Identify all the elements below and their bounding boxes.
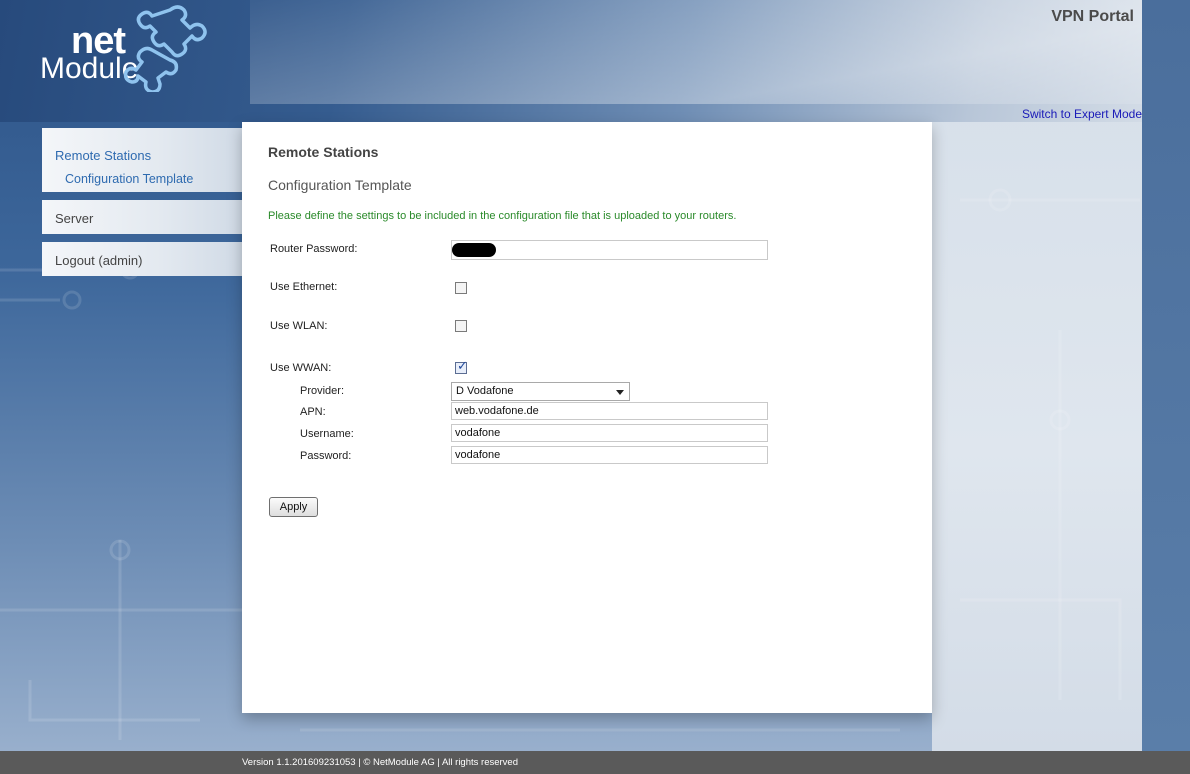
use-ethernet-checkbox[interactable] bbox=[455, 282, 467, 294]
use-wwan-checkbox[interactable]: ✓ bbox=[455, 358, 468, 374]
sidebar-item-logout[interactable]: Logout (admin) bbox=[42, 242, 242, 268]
sidebar-item-remote-stations[interactable]: Remote Stations bbox=[42, 148, 242, 163]
apply-button[interactable]: Apply bbox=[269, 497, 318, 517]
wwan-password-field[interactable] bbox=[451, 446, 768, 464]
page-subtitle: Configuration Template bbox=[268, 177, 412, 193]
use-ethernet-label: Use Ethernet: bbox=[270, 281, 338, 293]
puzzle-logo-icon bbox=[123, 5, 207, 92]
sidebar-item-server-block: Server bbox=[42, 200, 242, 234]
provider-selected-value: D Vodafone bbox=[456, 385, 514, 397]
provider-label: Provider: bbox=[300, 385, 345, 397]
apn-field[interactable] bbox=[451, 402, 768, 420]
dropdown-arrow-icon bbox=[616, 390, 624, 395]
sidebar-item-server[interactable]: Server bbox=[42, 200, 242, 226]
username-field[interactable] bbox=[451, 424, 768, 442]
footer-version-text: Version 1.1.201609231053 | © NetModule A… bbox=[242, 757, 518, 768]
redacted-password-mask bbox=[452, 243, 496, 257]
sidebar-item-logout-block: Logout (admin) bbox=[42, 242, 242, 276]
page-title: Remote Stations bbox=[268, 144, 379, 160]
use-wlan-checkbox[interactable] bbox=[455, 320, 467, 332]
router-password-field[interactable] bbox=[451, 240, 768, 260]
use-wwan-label: Use WWAN: bbox=[270, 362, 332, 374]
password-label: Password: bbox=[300, 450, 352, 462]
footer: Version 1.1.201609231053 | © NetModule A… bbox=[0, 751, 1190, 774]
use-wlan-label: Use WLAN: bbox=[270, 320, 328, 332]
switch-to-expert-mode-link[interactable]: Switch to Expert Mode bbox=[1022, 107, 1142, 121]
instruction-note: Please define the settings to be include… bbox=[268, 210, 737, 222]
portal-title: VPN Portal bbox=[1051, 8, 1134, 25]
sidebar: Remote Stations Configuration Template S… bbox=[42, 122, 242, 284]
sidebar-item-remote-stations-block: Remote Stations Configuration Template bbox=[42, 128, 242, 192]
checkmark-icon: ✓ bbox=[457, 358, 468, 373]
router-password-label: Router Password: bbox=[270, 243, 358, 255]
sidebar-subitem-configuration-template[interactable]: Configuration Template bbox=[42, 163, 242, 186]
apn-label: APN: bbox=[300, 406, 326, 418]
username-label: Username: bbox=[300, 428, 354, 440]
provider-select[interactable]: D Vodafone bbox=[451, 382, 630, 401]
header-sheen bbox=[250, 0, 1142, 104]
netmodule-logo: net Module bbox=[38, 2, 238, 92]
